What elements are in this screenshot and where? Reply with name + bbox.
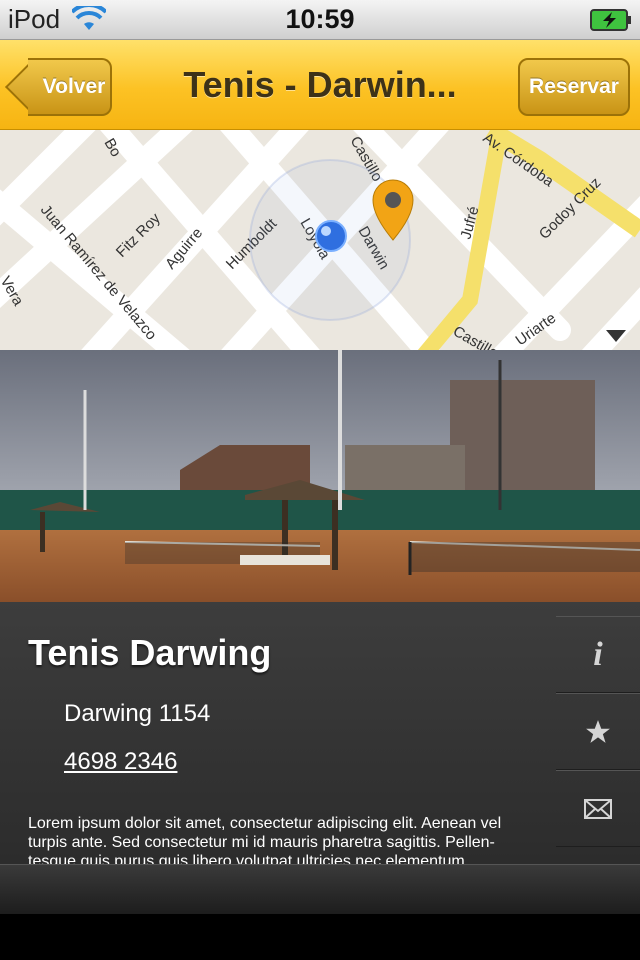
- battery-icon: [590, 9, 631, 31]
- tennis-court-image: [0, 350, 640, 602]
- status-bar: iPod 10:59: [0, 0, 640, 40]
- map-canvas[interactable]: Castillo Av. Córdoba Juan Ramírez de Vel…: [0, 130, 640, 350]
- mail-button[interactable]: [556, 770, 640, 847]
- info-button[interactable]: i: [556, 616, 640, 693]
- mail-icon: [584, 798, 612, 819]
- map-view[interactable]: Castillo Av. Córdoba Juan Ramírez de Vel…: [0, 130, 640, 350]
- back-button-label: Volver: [42, 75, 106, 98]
- clock: 10:59: [285, 4, 355, 34]
- location-pin-center: [385, 192, 401, 208]
- venue-name: Tenis Darwing: [28, 632, 272, 673]
- venue-address: Darwing 1154: [64, 700, 211, 727]
- venue-info-panel: Tenis Darwing Darwing 1154 4698 2346 Lor…: [0, 602, 640, 864]
- venue-photo: [0, 350, 640, 602]
- side-action-bar: i: [556, 616, 640, 847]
- current-location-dot: [315, 220, 347, 252]
- venue-description: Lorem ipsum dolor sit amet, consectetur …: [28, 815, 502, 864]
- favorite-button[interactable]: [556, 693, 640, 770]
- current-location-highlight: [321, 226, 331, 236]
- navigation-bar: Volver Tenis - Darwin... Reservar: [0, 40, 640, 130]
- venue-phone-link[interactable]: 4698 2346: [64, 748, 177, 776]
- star-icon: [586, 719, 610, 743]
- reserve-button-label: Reservar: [529, 75, 619, 98]
- page-title: Tenis - Darwin...: [183, 64, 457, 105]
- bottom-toolbar: [0, 864, 640, 914]
- info-icon: i: [593, 635, 603, 673]
- back-button-body[interactable]: Volver: [28, 58, 112, 116]
- reserve-button[interactable]: Reservar: [518, 58, 630, 116]
